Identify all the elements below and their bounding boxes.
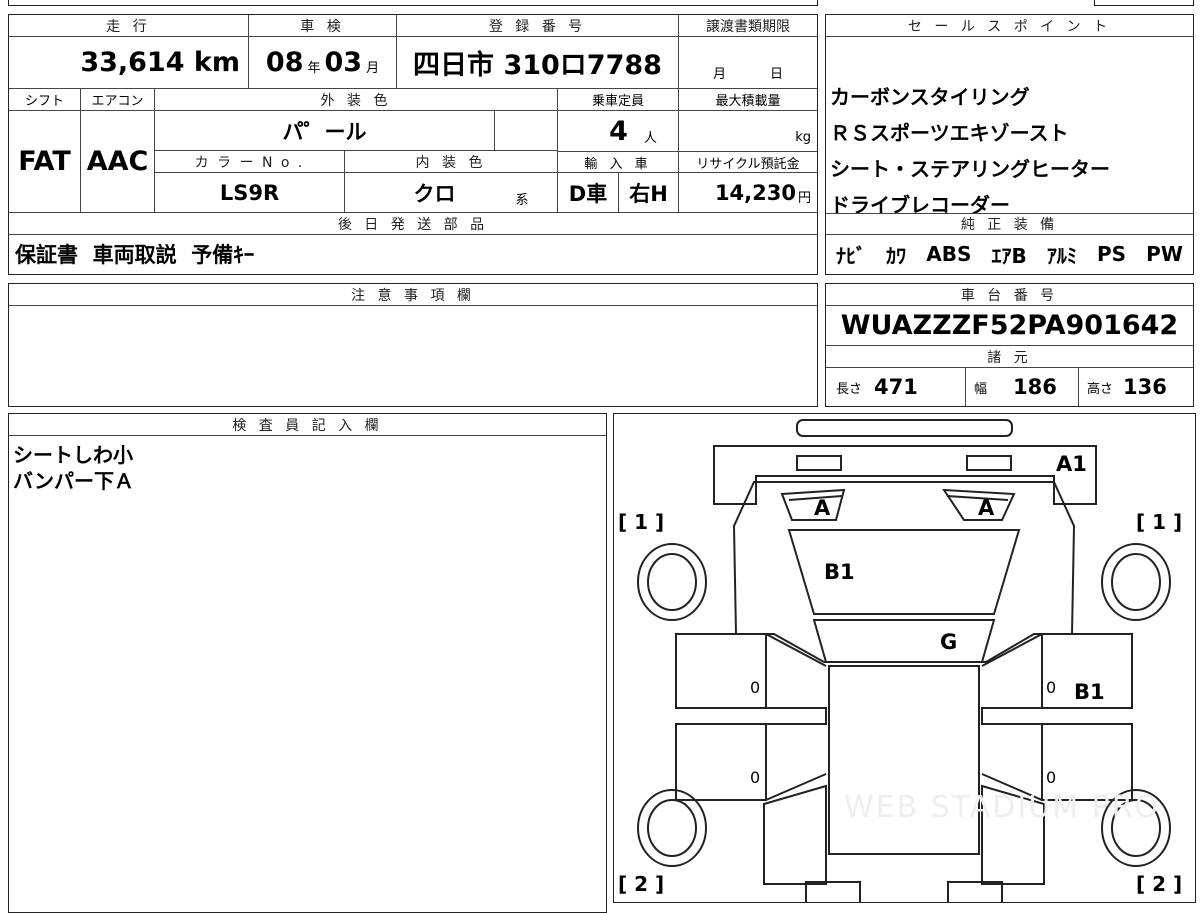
mark-zero: 0 <box>750 678 761 697</box>
mileage-value: 33,614 km <box>9 37 249 89</box>
length-label: 長さ <box>836 381 863 397</box>
sales-point-item: シート・ステアリングヒーター <box>830 157 1110 181</box>
equipment-leather: ｶﾜ <box>886 243 907 268</box>
registration-header: 登 録 番 号 <box>397 15 679 37</box>
inspector-note-line: バンパー下Ａ <box>13 469 134 493</box>
width-label: 幅 <box>974 381 988 397</box>
height-label: 高さ <box>1087 381 1114 397</box>
capacity-number: 4 <box>609 115 628 147</box>
equipment-navi: ﾅﾋﾞ <box>836 243 867 268</box>
transfer-deadline-value: 月 日 <box>679 37 817 89</box>
mark-zero: 0 <box>1046 768 1057 787</box>
chassis-header: 車 台 番 号 <box>826 284 1193 306</box>
transfer-deadline-header: 譲渡書類期限 <box>679 15 817 37</box>
capacity-unit: 人 <box>643 130 657 146</box>
notes-header: 注 意 事 項 欄 <box>9 284 817 306</box>
mark-headlight-right: A <box>978 496 995 520</box>
equipment-pw: PW <box>1146 242 1183 266</box>
shift-value: FAT <box>9 111 81 213</box>
bracket-front-right: [ 1 ] <box>1136 510 1183 534</box>
aircon-value: AAC <box>81 111 155 213</box>
mark-headlight-left: A <box>814 496 831 520</box>
sales-points-box: セ ー ル ス ポ イ ン ト カーボンスタイリング ＲＳスポーツエキゾースト … <box>825 14 1194 275</box>
mark-windshield: G <box>940 630 958 654</box>
steering-value: 右H <box>619 173 679 213</box>
recycle-fee-header: リサイクル預託金 <box>679 151 817 173</box>
interior-color-text: クロ <box>413 181 456 206</box>
width-value: 186 <box>1013 375 1057 399</box>
bracket-rear-right: [ 2 ] <box>1136 872 1183 896</box>
notes-box: 注 意 事 項 欄 <box>8 283 818 407</box>
sales-point-item: カーボンスタイリング <box>830 85 1030 109</box>
inspection-year: 08 <box>265 47 304 78</box>
length-value: 471 <box>874 375 918 399</box>
height-spec: 高さ 136 <box>1079 368 1193 406</box>
chassis-box: 車 台 番 号 WUAZZZF52PA901642 諸 元 長さ 471 幅 1… <box>825 283 1194 407</box>
interior-color-header: 内 装 色 <box>345 151 558 173</box>
specs-header: 諸 元 <box>826 346 1193 368</box>
exterior-color-extra <box>495 111 558 151</box>
inspection-year-unit: 年 <box>307 61 321 76</box>
max-load-value: kg <box>795 130 811 145</box>
width-spec: 幅 186 <box>966 368 1079 406</box>
inspector-header: 検 査 員 記 入 欄 <box>9 414 606 436</box>
inspector-notes: シートしわ小 バンパー下Ａ <box>13 442 134 494</box>
length-spec: 長さ 471 <box>826 368 966 406</box>
max-load-header: 最大積載量 <box>679 89 817 111</box>
genuine-equipment-header: 純 正 装 備 <box>826 213 1193 235</box>
inspection-header: 車 検 <box>249 15 397 37</box>
chassis-number: WUAZZZF52PA901642 <box>826 306 1193 346</box>
equipment-airbag: ｴｱB <box>991 243 1027 268</box>
capacity-header: 乗車定員 <box>558 89 679 111</box>
aircon-header: エアコン <box>81 89 155 111</box>
genuine-equipment-list: ﾅﾋﾞ ｶﾜ ABS ｴｱB ｱﾙﾐ PS PW <box>826 235 1193 273</box>
recycle-fee-number: 14,230 <box>714 180 796 205</box>
top-strip-right <box>1094 0 1194 6</box>
interior-color-unit: 系 <box>515 193 529 208</box>
inspection-value: 08 年 03 月 <box>249 37 397 89</box>
mark-right-front-door: B1 <box>1074 680 1105 704</box>
import-type-value: D車 <box>558 173 619 213</box>
recycle-fee-unit: 円 <box>797 191 811 206</box>
inspector-box: 検 査 員 記 入 欄 シートしわ小 バンパー下Ａ <box>8 413 607 913</box>
inspection-month-unit: 月 <box>366 61 380 76</box>
sales-points-header: セ ー ル ス ポ イ ン ト <box>826 15 1193 37</box>
inspector-note-line: シートしわ小 <box>13 443 133 467</box>
inspection-month: 03 <box>324 47 363 78</box>
car-outline <box>637 419 1171 902</box>
bracket-rear-left: [ 2 ] <box>618 872 665 896</box>
sales-point-item: ＲＳスポーツエキゾースト <box>830 121 1069 145</box>
mark-hood: B1 <box>824 560 855 584</box>
sales-points-list: カーボンスタイリング ＲＳスポーツエキゾースト シート・ステアリングヒーター ド… <box>830 79 1110 223</box>
equipment-ps: PS <box>1096 242 1127 266</box>
followup-parts-value: 保証書 車両取説 予備ｷｰ <box>15 243 255 267</box>
watermark: WEB STADIUM PRO <box>844 790 1161 825</box>
car-damage-diagram: A1 A A B1 G B1 0 0 0 0 [ 1 ] [ 1 ] [ 2 ]… <box>613 413 1196 903</box>
deadline-month-unit: 月 <box>712 67 726 82</box>
color-no-header: カ ラ ー N o . <box>155 151 345 173</box>
exterior-color-value: パ゜ール <box>155 111 495 151</box>
exterior-color-header: 外 装 色 <box>155 89 558 111</box>
recycle-fee-value: 14,230 円 <box>679 173 817 213</box>
import-header: 輸 入 車 <box>558 151 679 173</box>
mark-zero: 0 <box>1046 678 1057 697</box>
equipment-abs: ABS <box>926 242 972 266</box>
mark-front-bumper: A1 <box>1056 452 1087 476</box>
equipment-alloy: ｱﾙﾐ <box>1046 243 1077 268</box>
interior-color-value: クロ 系 <box>345 173 558 213</box>
height-value: 136 <box>1123 375 1167 399</box>
followup-parts-header: 後 日 発 送 部 品 <box>9 213 817 235</box>
bracket-front-left: [ 1 ] <box>618 510 665 534</box>
registration-value: 四日市 310ロ7788 <box>397 37 679 89</box>
top-strip <box>8 0 818 6</box>
shift-header: シフト <box>9 89 81 111</box>
mark-zero: 0 <box>750 768 761 787</box>
vehicle-info-box: 走 行 車 検 登 録 番 号 譲渡書類期限 33,614 km 08 年 03… <box>8 14 818 275</box>
capacity-value: 4 人 <box>558 111 679 151</box>
mileage-header: 走 行 <box>9 15 249 37</box>
color-no-value: LS9R <box>155 173 345 213</box>
deadline-day-unit: 日 <box>770 67 784 82</box>
